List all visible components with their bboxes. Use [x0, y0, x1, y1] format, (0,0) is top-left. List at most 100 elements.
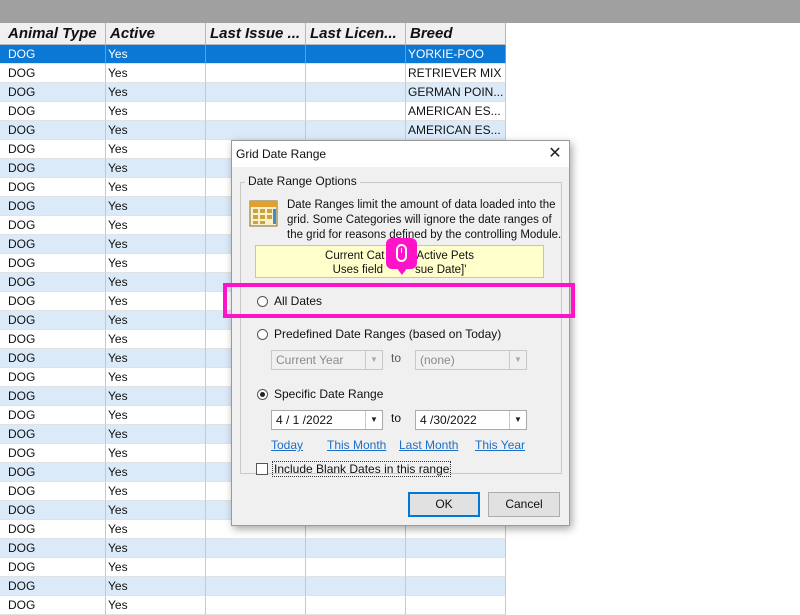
- table-row[interactable]: DOG Yes: [0, 577, 506, 596]
- cell-breed[interactable]: [406, 596, 506, 615]
- cell-animal-type[interactable]: DOG: [0, 292, 106, 311]
- ok-button[interactable]: OK: [408, 492, 480, 517]
- cell-last-license[interactable]: [306, 83, 406, 102]
- cell-active[interactable]: Yes: [106, 159, 206, 178]
- cell-animal-type[interactable]: DOG: [0, 406, 106, 425]
- cell-animal-type[interactable]: DOG: [0, 463, 106, 482]
- cell-breed[interactable]: [406, 539, 506, 558]
- cell-breed[interactable]: [406, 558, 506, 577]
- cancel-button[interactable]: Cancel: [488, 492, 560, 517]
- cell-animal-type[interactable]: DOG: [0, 64, 106, 83]
- cell-animal-type[interactable]: DOG: [0, 159, 106, 178]
- cell-active[interactable]: Yes: [106, 216, 206, 235]
- cell-animal-type[interactable]: DOG: [0, 539, 106, 558]
- column-header-last-issue[interactable]: Last Issue ...: [206, 23, 306, 44]
- column-header-animal-type[interactable]: Animal Type: [0, 23, 106, 44]
- cell-animal-type[interactable]: DOG: [0, 121, 106, 140]
- cell-animal-type[interactable]: DOG: [0, 501, 106, 520]
- cell-breed[interactable]: GERMAN POIN...: [406, 83, 506, 102]
- cell-active[interactable]: Yes: [106, 178, 206, 197]
- cell-active[interactable]: Yes: [106, 254, 206, 273]
- cell-last-issue[interactable]: [206, 102, 306, 121]
- cell-active[interactable]: Yes: [106, 64, 206, 83]
- cell-active[interactable]: Yes: [106, 83, 206, 102]
- cell-last-issue[interactable]: [206, 45, 306, 64]
- cell-active[interactable]: Yes: [106, 539, 206, 558]
- cell-active[interactable]: Yes: [106, 311, 206, 330]
- cell-active[interactable]: Yes: [106, 45, 206, 64]
- dropdown-arrow-icon[interactable]: ▼: [509, 351, 526, 369]
- column-header-last-license[interactable]: Last Licen...: [306, 23, 406, 44]
- cell-active[interactable]: Yes: [106, 292, 206, 311]
- cell-last-issue[interactable]: [206, 577, 306, 596]
- dropdown-arrow-icon[interactable]: ▼: [365, 351, 382, 369]
- cell-breed[interactable]: YORKIE-POO: [406, 45, 506, 64]
- cell-animal-type[interactable]: DOG: [0, 197, 106, 216]
- cell-animal-type[interactable]: DOG: [0, 45, 106, 64]
- cell-active[interactable]: Yes: [106, 558, 206, 577]
- cell-last-license[interactable]: [306, 45, 406, 64]
- cell-animal-type[interactable]: DOG: [0, 520, 106, 539]
- cell-animal-type[interactable]: DOG: [0, 83, 106, 102]
- table-row[interactable]: DOG Yes AMERICAN ES...: [0, 121, 506, 140]
- predefined-from-select[interactable]: Current Year ▼: [271, 350, 383, 370]
- cell-animal-type[interactable]: DOG: [0, 482, 106, 501]
- cell-animal-type[interactable]: DOG: [0, 140, 106, 159]
- radio-specific-circle[interactable]: [257, 389, 268, 400]
- cell-breed[interactable]: [406, 577, 506, 596]
- link-last-month[interactable]: Last Month: [399, 438, 458, 452]
- cell-active[interactable]: Yes: [106, 520, 206, 539]
- cell-breed[interactable]: AMERICAN ES...: [406, 121, 506, 140]
- dropdown-arrow-icon[interactable]: ▼: [509, 411, 526, 429]
- cell-animal-type[interactable]: DOG: [0, 596, 106, 615]
- link-this-month[interactable]: This Month: [327, 438, 386, 452]
- column-header-breed[interactable]: Breed: [406, 23, 506, 44]
- cell-active[interactable]: Yes: [106, 197, 206, 216]
- cell-last-license[interactable]: [306, 121, 406, 140]
- specific-to-date-picker[interactable]: 4 /30/2022 ▼: [415, 410, 527, 430]
- checkbox-box[interactable]: [256, 463, 268, 475]
- radio-predefined-ranges[interactable]: Predefined Date Ranges (based on Today): [257, 327, 501, 341]
- cell-last-issue[interactable]: [206, 83, 306, 102]
- radio-predefined-circle[interactable]: [257, 329, 268, 340]
- cell-active[interactable]: Yes: [106, 406, 206, 425]
- cell-active[interactable]: Yes: [106, 273, 206, 292]
- cell-last-license[interactable]: [306, 539, 406, 558]
- cell-animal-type[interactable]: DOG: [0, 444, 106, 463]
- cell-last-issue[interactable]: [206, 121, 306, 140]
- cell-animal-type[interactable]: DOG: [0, 235, 106, 254]
- cell-animal-type[interactable]: DOG: [0, 254, 106, 273]
- include-blank-dates-checkbox[interactable]: Include Blank Dates in this range: [256, 461, 452, 477]
- link-this-year[interactable]: This Year: [475, 438, 525, 452]
- cell-active[interactable]: Yes: [106, 444, 206, 463]
- table-row[interactable]: DOG Yes: [0, 539, 506, 558]
- cell-active[interactable]: Yes: [106, 349, 206, 368]
- cell-active[interactable]: Yes: [106, 387, 206, 406]
- cell-animal-type[interactable]: DOG: [0, 102, 106, 121]
- cell-animal-type[interactable]: DOG: [0, 178, 106, 197]
- link-today[interactable]: Today: [271, 438, 303, 452]
- table-row[interactable]: DOG Yes RETRIEVER MIX: [0, 64, 506, 83]
- cell-animal-type[interactable]: DOG: [0, 311, 106, 330]
- cell-animal-type[interactable]: DOG: [0, 349, 106, 368]
- table-row[interactable]: DOG Yes GERMAN POIN...: [0, 83, 506, 102]
- cell-active[interactable]: Yes: [106, 577, 206, 596]
- cell-breed[interactable]: AMERICAN ES...: [406, 102, 506, 121]
- cell-active[interactable]: Yes: [106, 235, 206, 254]
- cell-last-issue[interactable]: [206, 64, 306, 83]
- cell-animal-type[interactable]: DOG: [0, 577, 106, 596]
- dropdown-arrow-icon[interactable]: ▼: [365, 411, 382, 429]
- table-row[interactable]: DOG Yes: [0, 596, 506, 615]
- cell-animal-type[interactable]: DOG: [0, 368, 106, 387]
- cell-last-license[interactable]: [306, 577, 406, 596]
- cell-active[interactable]: Yes: [106, 425, 206, 444]
- cell-active[interactable]: Yes: [106, 102, 206, 121]
- cell-animal-type[interactable]: DOG: [0, 216, 106, 235]
- cell-active[interactable]: Yes: [106, 140, 206, 159]
- cell-animal-type[interactable]: DOG: [0, 273, 106, 292]
- cell-active[interactable]: Yes: [106, 596, 206, 615]
- cell-active[interactable]: Yes: [106, 501, 206, 520]
- cell-animal-type[interactable]: DOG: [0, 558, 106, 577]
- radio-specific-range[interactable]: Specific Date Range: [257, 387, 383, 401]
- cell-last-license[interactable]: [306, 102, 406, 121]
